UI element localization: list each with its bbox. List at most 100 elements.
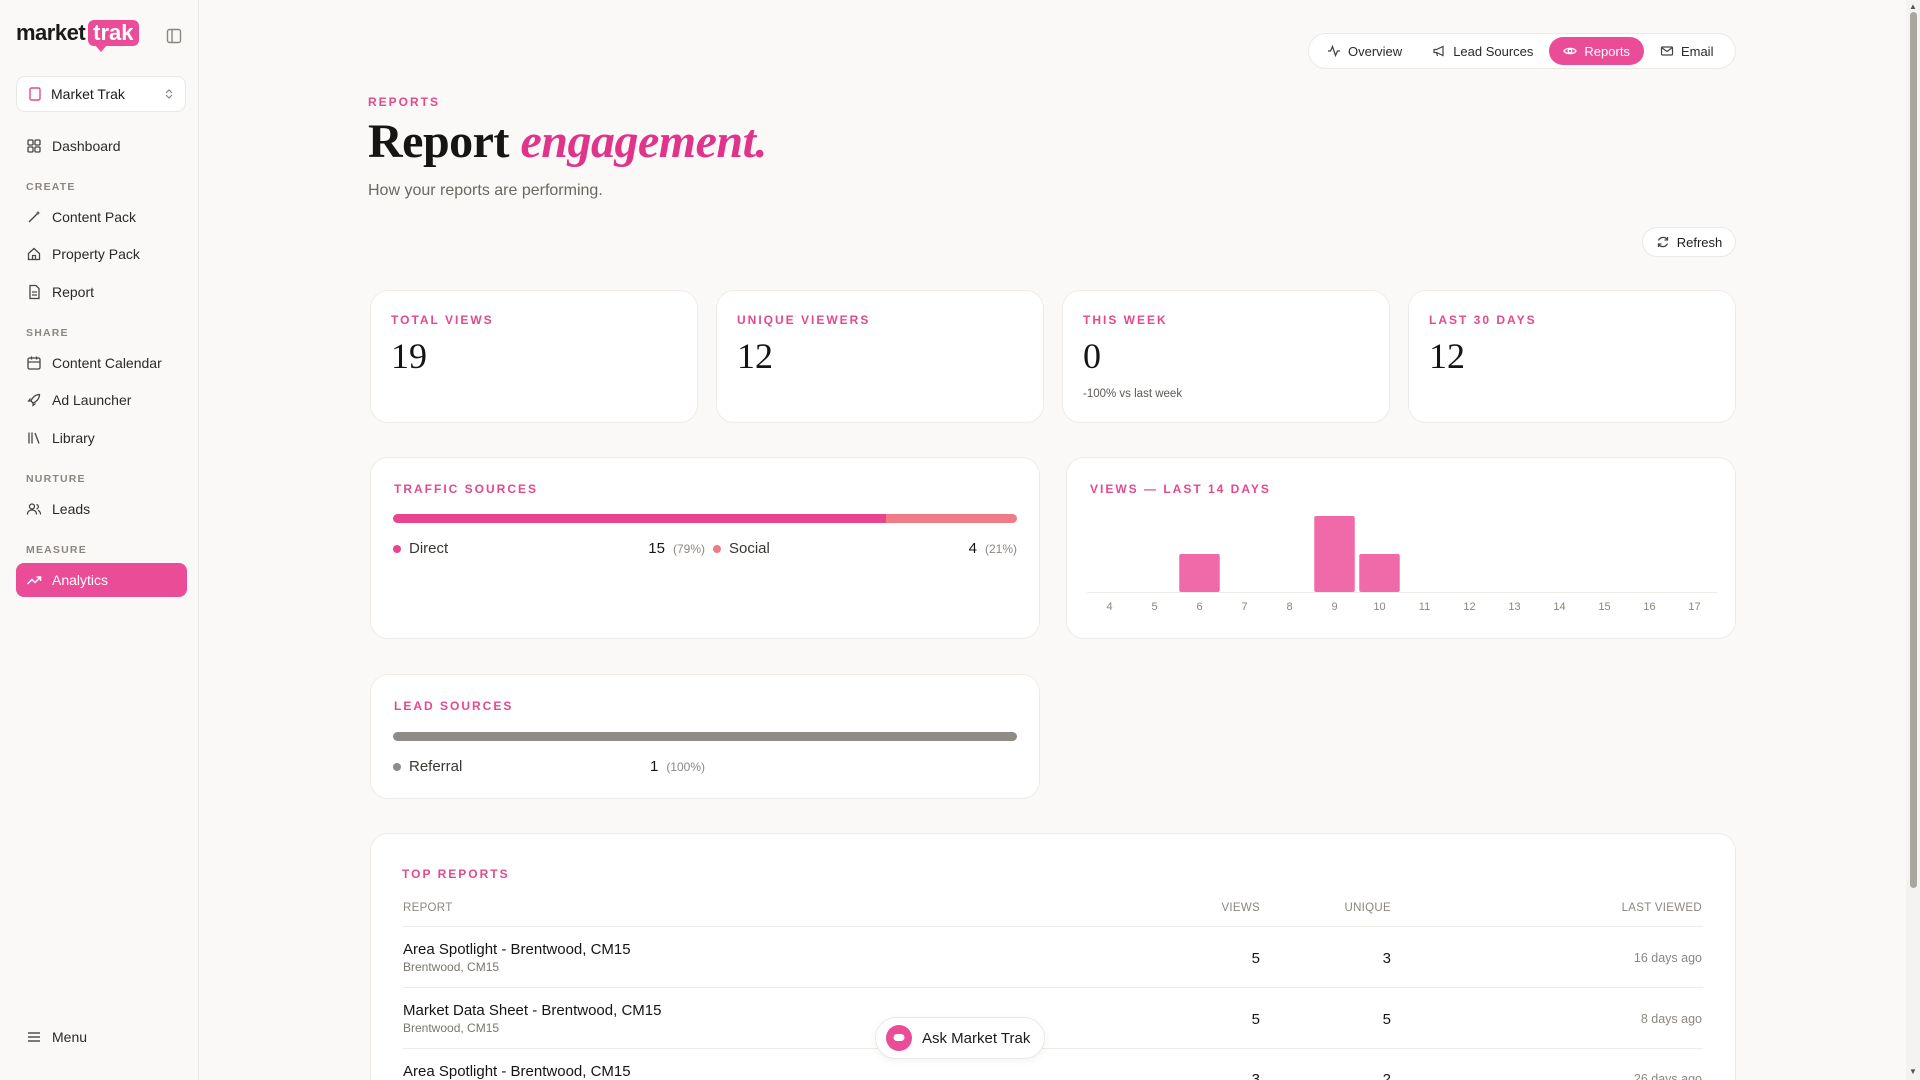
chart-bar[interactable] [1359,554,1400,592]
sidebar-item-label: Content Calendar [52,355,162,371]
legend-item-referral: Referral 1 (100%) [393,758,705,775]
card-title: LEAD SOURCES [394,699,514,713]
chart-x-tick-label: 8 [1286,601,1292,613]
stat-value: 19 [391,336,427,376]
scroll-down-icon[interactable]: ▼ [1909,1067,1917,1076]
sidebar-item-analytics[interactable]: Analytics [16,563,187,597]
sidebar-item-leads[interactable]: Leads [16,492,187,526]
tab-reports[interactable]: Reports [1549,37,1644,65]
report-last-viewed: 16 days ago [1633,951,1702,965]
report-unique: 3 [1382,950,1391,967]
sidebar-item-report[interactable]: Report [16,275,187,309]
legend-percent: (79%) [672,541,705,556]
sidebar-item-label: Library [52,430,95,446]
chart-x-tick-label: 11 [1419,601,1430,613]
stat-card-this-week: THIS WEEK 0 -100% vs last week [1062,290,1390,423]
tab-label: Overview [1348,43,1403,59]
ask-label: Ask Market Trak [922,1029,1031,1047]
page-scrollbar[interactable]: ▲ ▼ [1906,0,1920,1080]
tab-lead-sources[interactable]: Lead Sources [1418,37,1547,65]
scrollbar-thumb[interactable] [1910,12,1917,888]
column-header-views: VIEWS [1221,902,1260,914]
sidebar-collapse-icon[interactable] [165,27,183,45]
chart-bar[interactable] [1314,516,1355,592]
ask-assistant-button[interactable]: Ask Market Trak [875,1017,1045,1059]
chart-x-tick-label: 12 [1463,601,1475,613]
legend-dot [393,762,401,771]
report-title: Market Data Sheet - Brentwood, CM15 [403,1002,662,1019]
sidebar-item-label: Menu [52,1029,88,1045]
mail-icon [1660,46,1674,56]
file-icon [29,284,40,300]
nav-group-share: SHARE [26,327,69,339]
calendar-icon [27,356,41,370]
legend-name: Direct [409,540,449,557]
traffic-legend: Direct 15 (79%) Social 4 (21%) [393,540,1017,557]
column-header-last-viewed: LAST VIEWED [1621,902,1702,914]
logo-text: market [16,20,86,45]
chart-title: VIEWS — LAST 14 DAYS [1090,482,1271,496]
stat-card-last-30-days: LAST 30 DAYS 12 [1408,290,1736,423]
sidebar: market trak Market Trak Dashboard CREATE… [0,0,199,1080]
sidebar-menu-button[interactable]: Menu [16,1020,187,1054]
chart-x-tick-label: 5 [1151,601,1157,613]
sidebar-item-ad-launcher[interactable]: Ad Launcher [16,383,187,417]
stat-card-total-views: TOTAL VIEWS 19 [370,290,698,423]
chart-x-tick-label: 17 [1688,601,1700,613]
report-location: Brentwood, CM15 [403,960,500,974]
report-last-viewed: 8 days ago [1640,1012,1702,1026]
nav-group-measure: MEASURE [26,544,87,556]
table-divider [403,926,1703,927]
activity-icon [1328,44,1340,58]
report-title: Area Spotlight - Brentwood, CM15 [403,1063,631,1080]
sidebar-item-property-pack[interactable]: Property Pack [16,237,187,271]
library-icon [28,432,40,444]
sidebar-item-library[interactable]: Library [16,421,187,455]
analytics-tabs: Overview Lead Sources Reports Email [1308,33,1736,69]
stat-value: 12 [1429,336,1465,376]
grid-icon [27,139,41,153]
legend-name: Referral [409,758,463,775]
traffic-segment-social [885,514,1017,523]
views-bar-chart: 4 5 6 7 8 9 10 11 12 13 14 15 16 17 [1087,516,1717,613]
refresh-button[interactable]: Refresh [1642,227,1736,257]
chart-x-tick-label: 13 [1508,601,1520,613]
legend-count: 1 [649,758,659,775]
sidebar-item-content-calendar[interactable]: Content Calendar [16,346,187,380]
legend-name: Social [729,540,770,557]
chart-x-tick-label: 10 [1373,601,1385,613]
sidebar-item-content-pack[interactable]: Content Pack [16,200,187,234]
hamburger-icon [28,1032,40,1042]
legend-percent: (21%) [984,541,1017,556]
building-icon [29,87,41,101]
workspace-name: Market Trak [51,86,125,102]
rocket-icon [27,393,41,407]
traffic-share-bar [393,514,1017,523]
table-divider [403,987,1703,988]
chart-x-tick-label: 14 [1553,601,1565,613]
workspace-switcher[interactable]: Market Trak [16,76,186,112]
tab-email[interactable]: Email [1646,37,1728,65]
chart-x-tick-label: 7 [1241,601,1247,613]
lead-segment-referral [393,732,1017,741]
logo[interactable]: market trak [16,20,139,52]
sidebar-item-dashboard[interactable]: Dashboard [16,129,187,163]
stat-label: TOTAL VIEWS [391,313,494,327]
chat-icon [886,1025,912,1051]
legend-percent: (100%) [666,759,705,774]
home-icon [27,247,41,261]
report-location: Brentwood, CM15 [403,1021,500,1035]
chart-x-tick-label: 16 [1643,601,1655,613]
report-unique: 2 [1382,1071,1391,1080]
chevron-up-down-icon [165,89,173,99]
report-views: 5 [1251,1011,1260,1028]
lead-sources-legend: Referral 1 (100%) [393,758,1017,775]
stat-label: LAST 30 DAYS [1429,313,1537,327]
page-subtitle: How your reports are performing. [368,182,603,199]
page-title: Report engagement. [368,114,767,169]
column-header-unique: UNIQUE [1344,902,1391,914]
chart-bar[interactable] [1179,554,1220,592]
scroll-up-icon[interactable]: ▲ [1909,2,1917,11]
stat-note: -100% vs last week [1083,388,1183,400]
tab-overview[interactable]: Overview [1313,37,1416,65]
